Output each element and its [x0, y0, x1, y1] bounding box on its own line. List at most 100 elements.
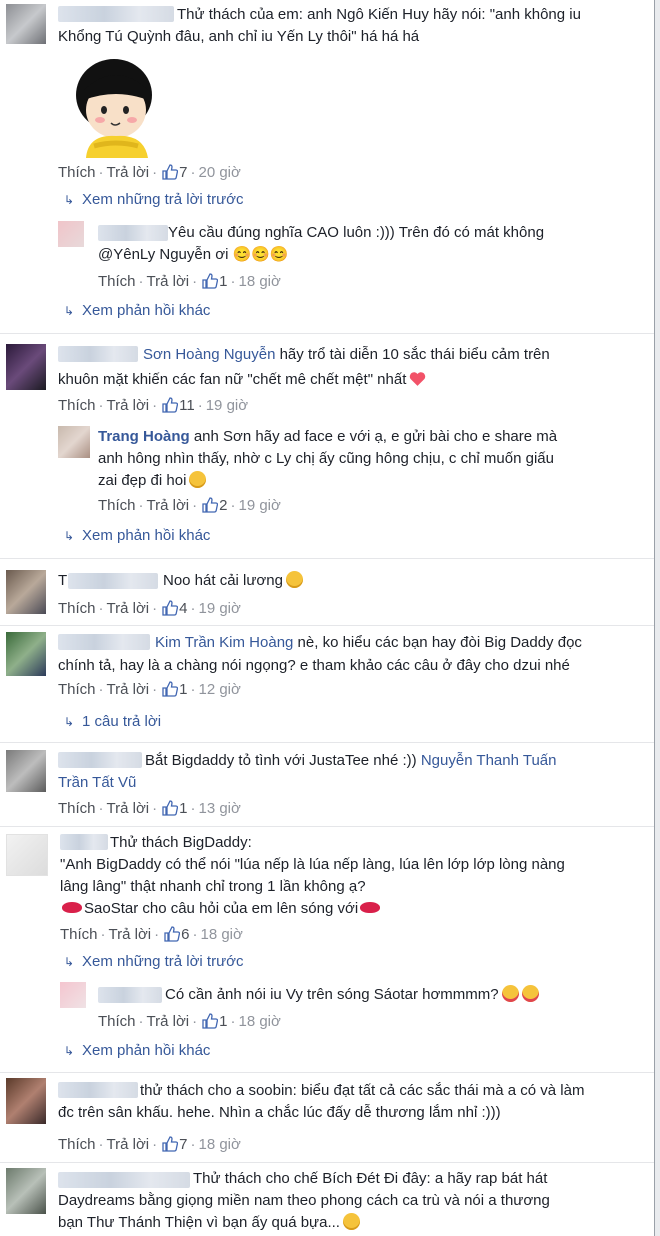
mention-link[interactable]: Nguyễn Thanh Tuấn — [421, 752, 557, 769]
reply-link[interactable]: Trả lời — [147, 497, 190, 514]
comment-text: bạn Thư Thánh Thiện vì bạn ấy quá bựa... — [58, 1212, 360, 1234]
comment-text: Thử thách của em: anh Ngô Kiến Huy hãy n… — [177, 6, 581, 23]
thumbs-up-icon[interactable] — [164, 926, 181, 942]
timestamp: 12 giờ — [198, 681, 241, 698]
like-link[interactable]: Thích — [58, 164, 96, 181]
thumbs-up-icon[interactable] — [162, 1136, 179, 1152]
author-name-blurred[interactable] — [98, 987, 162, 1003]
like-count: 1 — [179, 800, 188, 817]
timestamp: 18 giờ — [200, 926, 243, 943]
reply-arrow-icon: ↳ — [64, 304, 75, 318]
mention-link[interactable]: Sơn Hoàng Nguyễn — [143, 346, 275, 363]
heart-icon — [410, 372, 426, 386]
reply-link[interactable]: Trả lời — [109, 926, 152, 943]
like-link[interactable]: Thích — [58, 600, 96, 617]
reply-meta: Thích · Trả lời · 2 · 19 giờ — [98, 497, 281, 514]
reply-arrow-icon: ↳ — [64, 529, 75, 543]
thumbs-up-icon[interactable] — [202, 497, 219, 513]
view-previous-replies-link[interactable]: ↳ Xem những trả lời trước — [64, 190, 243, 210]
view-more-replies-link[interactable]: ↳ Xem phản hồi khác — [64, 301, 210, 321]
reply-meta: Thích · Trả lời · 1 · 18 giờ — [98, 1013, 281, 1030]
reply-link[interactable]: Trả lời — [107, 800, 150, 817]
comment-text: Kim Trần Kim Hoàng nè, ko hiểu các bạn h… — [155, 634, 582, 651]
avatar[interactable] — [6, 1078, 46, 1124]
reply-link[interactable]: Trả lời — [107, 681, 150, 698]
avatar[interactable] — [58, 221, 84, 247]
view-previous-replies-link[interactable]: ↳ Xem những trả lời trước — [64, 952, 243, 972]
divider — [0, 1072, 654, 1073]
reply-arrow-icon: ↳ — [64, 1044, 75, 1058]
comment-meta: Thích · Trả lời · 1 · 12 giờ — [58, 681, 241, 698]
author-name-blurred[interactable] — [60, 834, 108, 850]
comment-text: khuôn mặt khiến các fan nữ "chết mê chết… — [58, 369, 426, 391]
girl-sticker-icon — [64, 50, 168, 158]
reply-link[interactable]: Trả lời — [107, 1136, 150, 1153]
timestamp: 20 giờ — [198, 164, 241, 181]
author-name-blurred[interactable] — [68, 573, 158, 589]
like-link[interactable]: Thích — [58, 681, 96, 698]
author-name-blurred[interactable] — [58, 1082, 138, 1098]
like-link[interactable]: Thích — [58, 800, 96, 817]
comment-author-initial[interactable]: T — [58, 570, 67, 592]
thumbs-up-icon[interactable] — [162, 600, 179, 616]
comment-text: Trần Tất Vũ — [58, 772, 136, 794]
author-name-blurred[interactable] — [58, 634, 150, 650]
reply-link[interactable]: Trả lời — [107, 164, 150, 181]
comment-text: Sơn Hoàng Nguyễn hãy trổ tài diễn 10 sắc… — [143, 346, 550, 363]
avatar[interactable] — [60, 982, 86, 1008]
author-name-blurred[interactable] — [58, 752, 142, 768]
comment-text: thử thách cho a soobin: biểu đạt tất cả … — [140, 1082, 585, 1099]
view-more-replies-link[interactable]: ↳ Xem phản hồi khác — [64, 1041, 210, 1061]
comment-text: Noo hát cải lương — [163, 570, 303, 592]
thumbs-up-icon[interactable] — [162, 164, 179, 180]
reply-link[interactable]: Trả lời — [107, 600, 150, 617]
avatar[interactable] — [6, 834, 48, 876]
author-name-blurred[interactable] — [98, 225, 168, 241]
avatar[interactable] — [6, 632, 46, 676]
like-count: 7 — [179, 164, 188, 181]
comment-text: đc trên sân khấu. hehe. Nhìn a chắc lúc … — [58, 1104, 501, 1121]
comment-text: lâng lâng" thật nhanh chỉ trong 1 lần kh… — [60, 878, 366, 895]
like-link[interactable]: Thích — [98, 497, 136, 514]
like-link[interactable]: Thích — [98, 1013, 136, 1030]
divider — [0, 1162, 654, 1163]
mention-link[interactable]: Kim Trần Kim Hoàng — [155, 634, 293, 651]
comment-meta: Thích · Trả lời · 7 · 18 giờ — [58, 1136, 241, 1153]
divider — [0, 333, 654, 334]
replies-count-link[interactable]: ↳ 1 câu trả lời — [64, 712, 161, 732]
comment-text: chính tả, hay là a chàng nói ngọng? e th… — [58, 657, 570, 674]
view-more-replies-link[interactable]: ↳ Xem phản hồi khác — [64, 526, 210, 546]
like-count: 1 — [179, 681, 188, 698]
author-name-blurred[interactable] — [58, 1172, 190, 1188]
like-link[interactable]: Thích — [98, 273, 136, 290]
thumbs-up-icon[interactable] — [202, 273, 219, 289]
comment-meta: Thích · Trả lời · 11 · 19 giờ — [58, 397, 249, 414]
avatar[interactable] — [6, 1168, 46, 1214]
avatar[interactable] — [6, 750, 46, 792]
avatar[interactable] — [6, 344, 46, 390]
like-link[interactable]: Thích — [60, 926, 98, 943]
comment-meta: Thích · Trả lời · 7 · 20 giờ — [58, 164, 241, 181]
like-link[interactable]: Thích — [58, 1136, 96, 1153]
timestamp: 13 giờ — [198, 800, 241, 817]
reply-link[interactable]: Trả lời — [147, 273, 190, 290]
avatar[interactable] — [6, 570, 46, 614]
author-name-blurred[interactable] — [58, 6, 174, 22]
thumbs-up-icon[interactable] — [162, 397, 179, 413]
thumbs-up-icon[interactable] — [202, 1013, 219, 1029]
reply-author[interactable]: Trang Hoàng — [98, 428, 190, 445]
reply-link[interactable]: Trả lời — [147, 1013, 190, 1030]
comment-text: Khổng Tú Quỳnh đâu, anh chỉ iu Yến Ly th… — [58, 28, 420, 45]
reply-link[interactable]: Trả lời — [107, 397, 150, 414]
mention-link[interactable]: Trần Tất Vũ — [58, 774, 136, 791]
avatar[interactable] — [6, 4, 46, 44]
like-link[interactable]: Thích — [58, 397, 96, 414]
smile-emoji-icon — [342, 1213, 360, 1230]
comment-text: Thử thách BigDaddy: — [110, 834, 252, 851]
thumbs-up-icon[interactable] — [162, 800, 179, 816]
author-name-blurred[interactable] — [58, 346, 138, 362]
comment-text: Daydreams bằng giọng miền nam theo phong… — [58, 1192, 550, 1209]
thumbs-up-icon[interactable] — [162, 681, 179, 697]
like-count: 4 — [179, 600, 188, 617]
avatar[interactable] — [58, 426, 90, 458]
